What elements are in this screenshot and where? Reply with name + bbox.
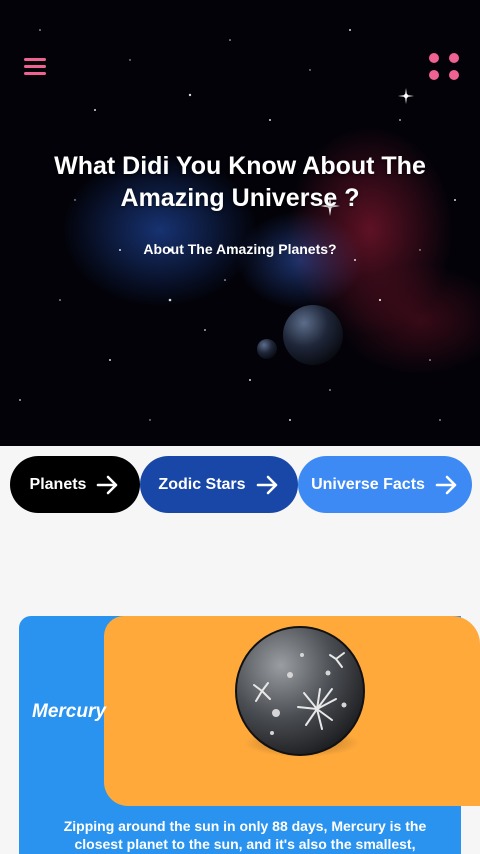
grid-dot <box>449 70 459 80</box>
hamburger-menu-icon <box>24 58 46 61</box>
hamburger-menu-icon-line <box>24 65 46 68</box>
planet-name: Mercury <box>32 701 106 722</box>
menu-button[interactable] <box>22 54 50 80</box>
hero-subtitle: About The Amazing Planets? <box>143 241 337 257</box>
tab-label: Universe Facts <box>311 475 425 493</box>
tab-label: Zodic Stars <box>158 475 246 493</box>
category-tabs: Planets Zodic Stars Universe Facts <box>0 446 480 532</box>
planet-description: Zipping around the sun in only 88 days, … <box>63 818 427 852</box>
arrow-right-icon <box>256 475 277 494</box>
tab-universe-facts[interactable]: Universe Facts <box>298 456 472 513</box>
mercury-planet-image <box>235 626 365 757</box>
tab-planets[interactable]: Planets <box>10 456 140 513</box>
app-screen: What Didi You Know About The Amazing Uni… <box>0 0 480 854</box>
hamburger-menu-icon-line <box>24 72 46 75</box>
tab-zodic-stars[interactable]: Zodic Stars <box>140 456 298 513</box>
space-background <box>19 29 456 421</box>
grid-dot <box>429 70 439 80</box>
tab-label: Planets <box>29 475 87 493</box>
hero-banner: What Didi You Know About The Amazing Uni… <box>0 0 480 446</box>
four-dots-grid-icon <box>429 53 439 63</box>
arrow-right-icon <box>97 475 118 494</box>
hero-title: What Didi You Know About The Amazing Uni… <box>54 152 426 212</box>
grid-dot <box>449 53 459 63</box>
arrow-right-icon <box>435 475 457 494</box>
apps-grid-button[interactable] <box>426 50 462 86</box>
